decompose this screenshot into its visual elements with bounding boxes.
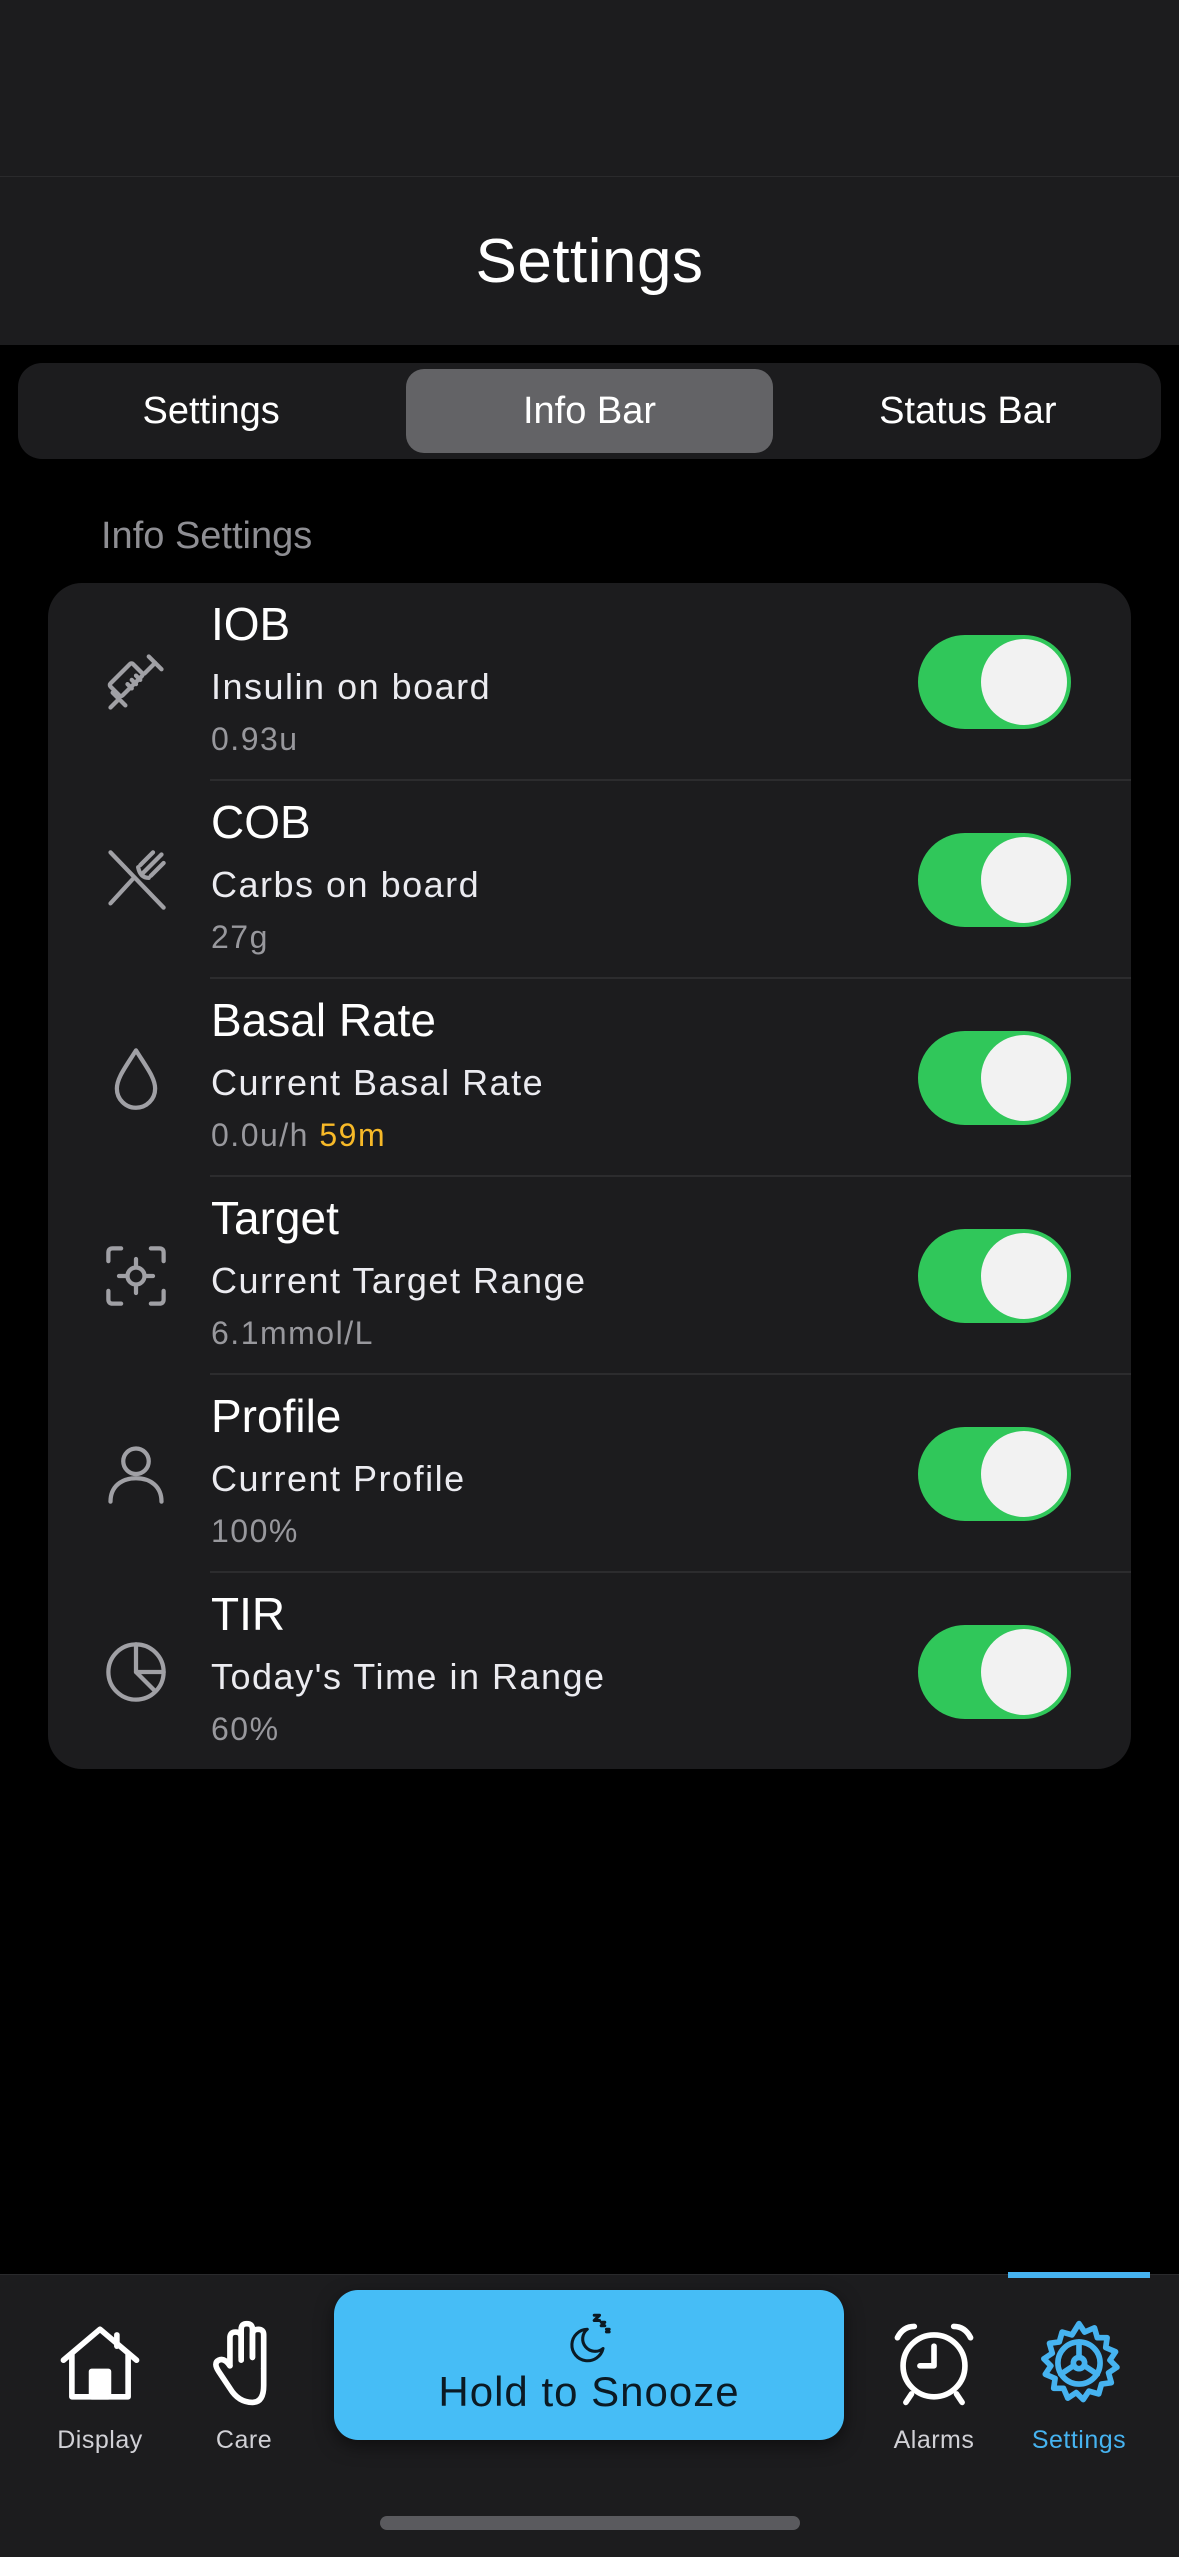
cob-toggle[interactable] xyxy=(918,833,1071,927)
house-icon xyxy=(60,2326,140,2400)
tab-label: Alarms xyxy=(893,2426,975,2454)
person-icon xyxy=(100,1438,172,1510)
tab-alarms[interactable]: Alarms xyxy=(859,2318,1009,2468)
tab-active-indicator xyxy=(1008,2272,1150,2278)
tir-toggle[interactable] xyxy=(918,1625,1071,1719)
basal-rate-toggle[interactable] xyxy=(918,1031,1071,1125)
pie-chart-icon xyxy=(100,1636,172,1708)
drop-icon xyxy=(100,1042,172,1114)
section-header: Info Settings xyxy=(101,515,313,557)
alarm-clock-icon xyxy=(894,2323,974,2406)
navigation-header: Settings xyxy=(0,176,1179,345)
list-item-tir: TIR Today's Time in Range 60% xyxy=(48,1573,1131,1769)
profile-toggle[interactable] xyxy=(918,1427,1071,1521)
status-bar-area xyxy=(0,0,1179,176)
row-title: Basal Rate xyxy=(211,994,437,1046)
syringe-icon xyxy=(100,646,172,718)
value-text: 0.93u xyxy=(211,721,299,757)
value-duration: 59m xyxy=(319,1117,387,1153)
list-item-profile: Profile Current Profile 100% xyxy=(48,1375,1131,1573)
row-title: TIR xyxy=(211,1588,286,1640)
value-text: 27g xyxy=(211,919,269,955)
toggle-knob xyxy=(981,837,1067,923)
row-value: 60% xyxy=(211,1711,280,1748)
segment-status-bar[interactable]: Status Bar xyxy=(785,369,1151,453)
tab-care[interactable]: Care xyxy=(169,2318,319,2468)
hold-to-snooze-button[interactable]: Hold to Snooze xyxy=(334,2290,844,2440)
row-subtitle: Current Target Range xyxy=(211,1260,587,1301)
toggle-knob xyxy=(981,1035,1067,1121)
toggle-knob xyxy=(981,1233,1067,1319)
list-item-cob: COB Carbs on board 27g xyxy=(48,781,1131,979)
tab-label: Display xyxy=(57,2426,143,2454)
row-value: 27g xyxy=(211,919,269,956)
fork-knife-icon xyxy=(100,844,172,916)
row-title: IOB xyxy=(211,598,291,650)
target-icon xyxy=(100,1240,172,1312)
toggle-knob xyxy=(981,1629,1067,1715)
toggle-knob xyxy=(981,639,1067,725)
toggle-knob xyxy=(981,1431,1067,1517)
row-title: Target xyxy=(211,1192,339,1244)
list-item-basal-rate: Basal Rate Current Basal Rate 0.0u/h 59m xyxy=(48,979,1131,1177)
row-subtitle: Carbs on board xyxy=(211,864,481,905)
tab-settings[interactable]: Settings xyxy=(1004,2318,1154,2468)
row-subtitle: Insulin on board xyxy=(211,666,492,707)
row-title: Profile xyxy=(211,1390,342,1442)
info-settings-list: IOB Insulin on board 0.93u COB Carbs on … xyxy=(48,583,1131,1769)
list-item-iob: IOB Insulin on board 0.93u xyxy=(48,583,1131,781)
segment-settings[interactable]: Settings xyxy=(28,369,394,453)
row-subtitle: Current Basal Rate xyxy=(211,1062,545,1103)
segment-info-bar[interactable]: Info Bar xyxy=(406,369,773,453)
gear-icon xyxy=(1041,2320,1120,2403)
row-title: COB xyxy=(211,796,311,848)
iob-toggle[interactable] xyxy=(918,635,1071,729)
target-toggle[interactable] xyxy=(918,1229,1071,1323)
moon-zzz-icon xyxy=(570,2313,611,2363)
snooze-label: Hold to Snooze xyxy=(438,2368,740,2415)
value-text: 100% xyxy=(211,1513,299,1549)
value-text: 0.0u/h xyxy=(211,1117,309,1153)
row-value: 6.1mmol/L xyxy=(211,1315,374,1352)
tab-display[interactable]: Display xyxy=(25,2318,175,2468)
row-value: 100% xyxy=(211,1513,299,1550)
segmented-control: Settings Info Bar Status Bar xyxy=(18,363,1161,459)
tab-label: Care xyxy=(215,2426,273,2454)
row-value: 0.0u/h 59m xyxy=(211,1117,386,1154)
page-title: Settings xyxy=(475,226,704,296)
row-value: 0.93u xyxy=(211,721,299,758)
home-indicator xyxy=(380,2516,800,2530)
value-text: 60% xyxy=(211,1711,280,1747)
hand-icon xyxy=(213,2320,267,2406)
value-text: 6.1mmol/L xyxy=(211,1315,374,1351)
row-subtitle: Today's Time in Range xyxy=(211,1656,606,1697)
row-subtitle: Current Profile xyxy=(211,1458,466,1499)
tab-label: Settings xyxy=(1031,2426,1127,2454)
list-item-target: Target Current Target Range 6.1mmol/L xyxy=(48,1177,1131,1375)
